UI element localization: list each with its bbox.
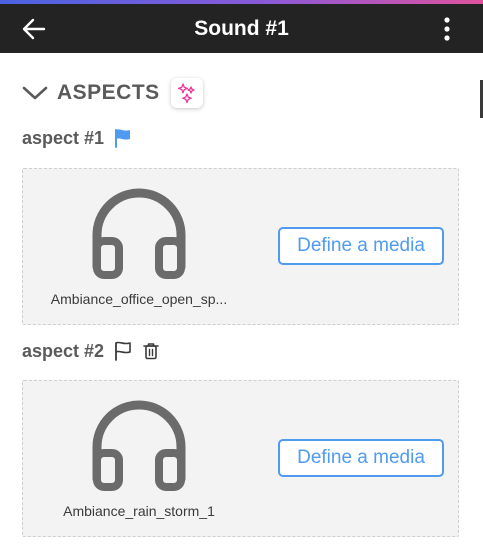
arrow-left-icon xyxy=(22,18,46,40)
aspect-1-flag-button[interactable] xyxy=(112,127,134,149)
sparkles-icon xyxy=(177,83,195,103)
aspect-2-label: aspect #2 xyxy=(22,340,105,361)
more-options-button[interactable] xyxy=(435,15,459,43)
back-button[interactable] xyxy=(20,17,48,41)
flag-filled-icon xyxy=(115,129,131,148)
aspect-2-card: Ambiance_rain_storm_1 Define a media xyxy=(22,380,459,537)
aspect-1-card: Ambiance_office_open_sp... Define a medi… xyxy=(22,168,459,325)
collapse-toggle[interactable] xyxy=(22,80,48,106)
aspect-1-header: aspect #1 xyxy=(22,125,140,151)
aspect-2-define-media-button[interactable]: Define a media xyxy=(278,439,444,477)
magic-action-button[interactable] xyxy=(170,78,203,108)
headphones-icon xyxy=(92,188,186,279)
aspect-1-label: aspect #1 xyxy=(22,127,105,148)
section-title: ASPECTS xyxy=(57,81,160,104)
aspect-1-define-media-button[interactable]: Define a media xyxy=(278,227,444,265)
aspect-2-flag-button[interactable] xyxy=(112,340,134,362)
aspect-2-header: aspect #2 xyxy=(22,338,168,364)
page-title: Sound #1 xyxy=(194,17,289,40)
aspect-2-delete-button[interactable] xyxy=(140,340,162,362)
more-vertical-icon xyxy=(444,17,450,41)
headphones-icon xyxy=(92,400,186,491)
aspect-1-media-name: Ambiance_office_open_sp... xyxy=(50,291,228,307)
app-screen: Sound #1 ASPECTS aspect #1 Ambiance_offi… xyxy=(0,0,483,554)
app-bar: Sound #1 xyxy=(0,4,483,53)
flag-outline-icon xyxy=(115,341,131,361)
aspect-2-media-name: Ambiance_rain_storm_1 xyxy=(63,503,215,519)
aspects-section-header: ASPECTS xyxy=(22,76,203,110)
chevron-down-icon xyxy=(22,86,48,100)
trash-icon xyxy=(143,343,159,360)
